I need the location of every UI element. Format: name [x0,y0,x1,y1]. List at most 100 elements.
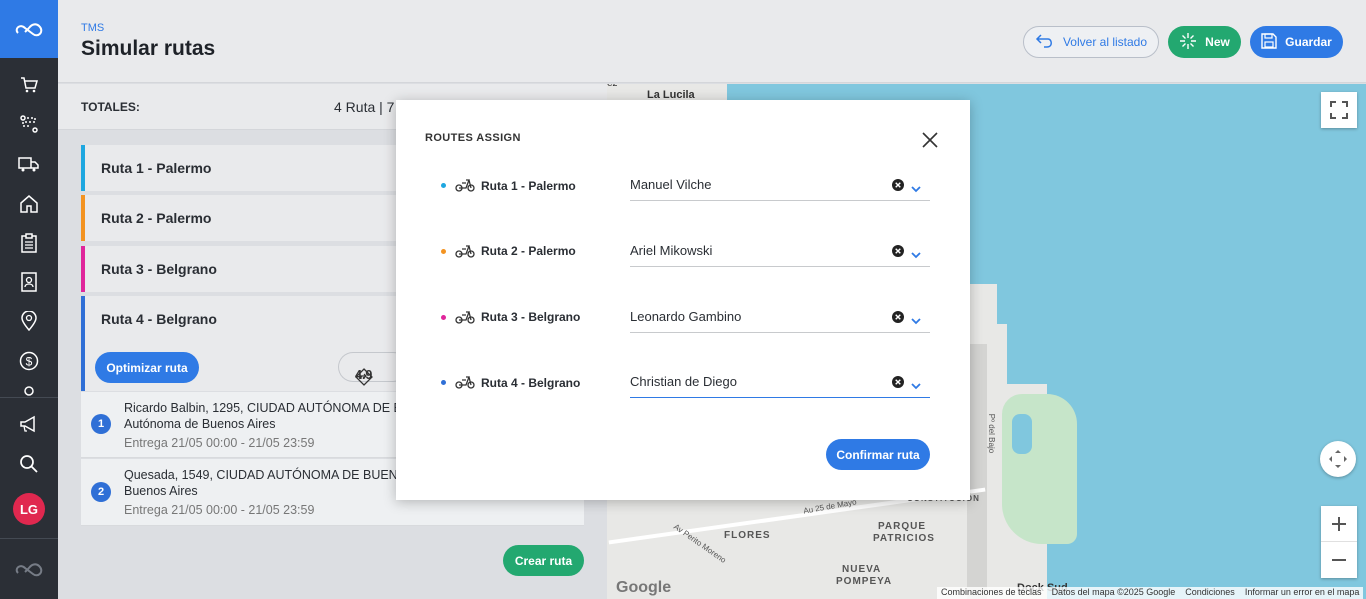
stop-address: Ricardo Balbin, 1295, CIUDAD AUTÓNOMA DE… [124,401,411,415]
megaphone-icon[interactable] [17,412,41,436]
driver-select[interactable]: Leonardo Gambino [630,299,930,333]
partial-icon [17,386,41,396]
clipboard-icon[interactable] [17,231,41,255]
assignment-route-name: Ruta 2 - Palermo [481,244,576,258]
new-label: New [1205,35,1230,49]
driver-select[interactable]: Manuel Vilche [630,167,930,201]
totals-value: 4 Ruta | 7 [334,99,395,115]
map-data-credit: Datos del mapa ©2025 Google [1051,587,1176,597]
map-lake [1012,414,1032,454]
sidebar-divider [0,538,58,539]
route-icon[interactable] [17,112,41,136]
driver-select-value: Ariel Mikowski [630,243,713,258]
optimize-route-button[interactable]: Optimizar ruta [95,352,199,383]
stop-number: 1 [91,414,111,434]
page-title: Simular rutas [81,37,216,60]
truck-icon[interactable] [17,152,41,176]
report-error-link[interactable]: Informar un error en el mapa [1245,587,1360,599]
driver-select[interactable]: Ariel Mikowski [630,233,930,267]
stop-address: Quesada, 1549, CIUDAD AUTÓNOMA DE BUENOS [124,468,416,482]
chevron-down-icon[interactable] [911,377,921,395]
route-name: Ruta 4 - Belgrano [101,311,217,327]
scooter-icon [455,175,475,198]
assignment-route-name: Ruta 4 - Belgrano [481,376,581,390]
zoom-in-button[interactable] [1321,506,1357,542]
assignment-row: Ruta 4 - Belgrano Christian de Diego [396,364,970,414]
clear-icon[interactable] [892,375,904,393]
home-icon[interactable] [17,192,41,216]
scooter-icon [455,307,475,330]
map-label: FLORES [724,530,771,541]
route-name: Ruta 3 - Belgrano [101,261,217,277]
route-color-dot [441,183,446,188]
app-logo[interactable] [0,0,58,58]
search-icon[interactable] [17,452,41,476]
avatar[interactable]: LG [13,493,45,525]
confirm-route-button[interactable]: Confirmar ruta [826,439,930,470]
fullscreen-button[interactable] [1321,92,1357,128]
clear-icon[interactable] [892,244,904,262]
driver-select-value: Christian de Diego [630,374,737,389]
map-road [967,344,987,599]
chevron-down-icon[interactable] [911,180,921,198]
route-color-dot [441,380,446,385]
stop-delivery-window: Entrega 21/05 00:00 - 21/05 23:59 [124,503,315,517]
contacts-icon[interactable] [17,270,41,294]
pan-control[interactable] [1320,441,1356,477]
location-pin-icon[interactable] [17,309,41,333]
assignment-row: Ruta 3 - Belgrano Leonardo Gambino [396,299,970,349]
dollar-icon[interactable]: $ [17,349,41,373]
save-button[interactable]: Guardar [1250,26,1343,58]
driver-select-value: Manuel Vilche [630,177,712,192]
stop-address-line2: Buenos Aires [124,484,198,498]
driver-select[interactable]: Christian de Diego [630,364,930,398]
route-name: Ruta 2 - Palermo [101,210,212,226]
clear-icon[interactable] [892,310,904,328]
save-label: Guardar [1285,35,1332,49]
back-label: Volver al listado [1062,35,1148,49]
map-label: POMPEYA [836,576,893,587]
route-name: Ruta 1 - Palermo [101,160,212,176]
sidebar-divider [0,397,58,398]
close-icon[interactable] [921,131,939,149]
undo-icon [1035,33,1055,52]
scooter-icon [455,241,475,264]
route-color-dot [441,315,446,320]
assignment-route-name: Ruta 1 - Palermo [481,179,576,193]
dialog-title: ROUTES ASSIGN [425,132,521,144]
google-logo: Google [616,579,672,596]
sidebar: $ LG [0,0,58,599]
back-to-list-button[interactable]: Volver al listado [1023,26,1159,58]
stop-number: 2 [91,482,111,502]
zoom-control [1321,506,1357,578]
floppy-icon [1261,32,1277,52]
footer-logo-icon [14,559,44,584]
map-label: Pº del Bajo [987,413,997,454]
sparkle-icon [1179,32,1197,53]
svg-text:$: $ [26,355,33,369]
map-label: ez [607,84,618,89]
map-label: PARQUE [878,521,927,532]
terms-link[interactable]: Condiciones [1185,587,1235,599]
distance-value: 4.9 [355,368,373,382]
breadcrumb[interactable]: TMS [81,22,104,34]
zoom-out-button[interactable] [1321,542,1357,578]
cart-icon[interactable] [17,73,41,97]
chevron-down-icon[interactable] [911,312,921,330]
stop-delivery-window: Entrega 21/05 00:00 - 21/05 23:59 [124,436,315,450]
create-route-button[interactable]: Crear ruta [503,545,584,576]
new-button[interactable]: New [1168,26,1241,58]
map-label: PATRICIOS [873,533,935,544]
driver-select-value: Leonardo Gambino [630,309,742,324]
routes-assign-dialog: ROUTES ASSIGN Ruta 1 - Palermo Manuel Vi… [396,100,970,500]
chevron-down-icon[interactable] [911,246,921,264]
assignment-route-name: Ruta 3 - Belgrano [481,310,581,324]
clear-icon[interactable] [892,178,904,196]
stop-address-line2: Autónoma de Buenos Aires [124,417,276,431]
page-header: TMS Simular rutas Volver al listado New … [58,0,1366,83]
route-color-dot [441,249,446,254]
keyboard-shortcuts-link[interactable]: Combinaciones de teclas [941,587,1042,599]
map-label: NUEVA [842,564,882,575]
assignment-row: Ruta 2 - Palermo Ariel Mikowski [396,233,970,283]
assignment-row: Ruta 1 - Palermo Manuel Vilche [396,167,970,217]
